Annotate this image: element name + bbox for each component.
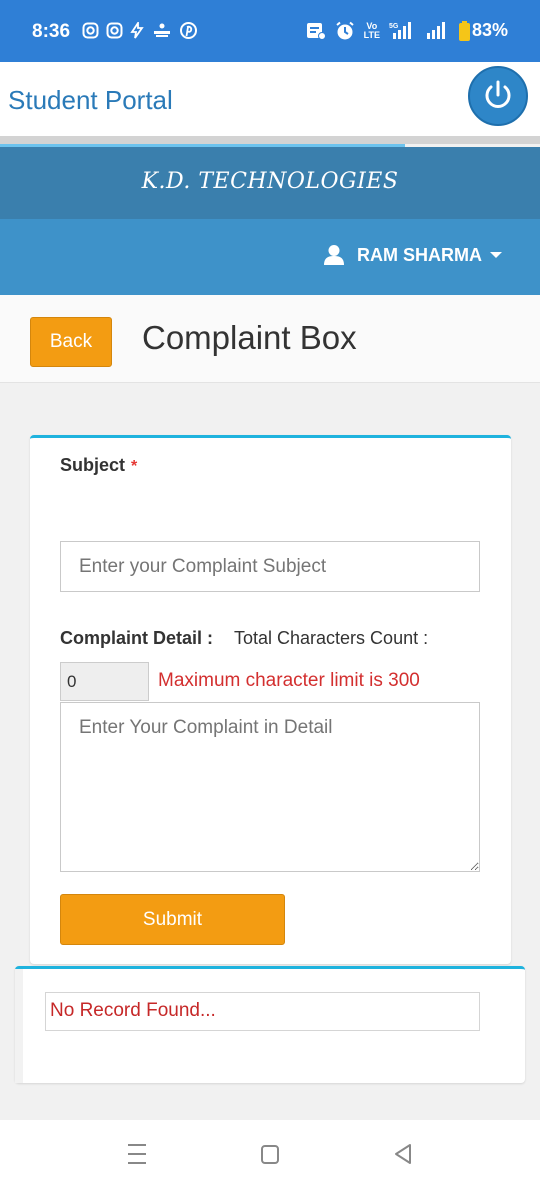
- system-nav-bar: [0, 1120, 540, 1188]
- complaint-detail-textarea[interactable]: [60, 702, 480, 872]
- status-time: 8:36: [32, 21, 71, 42]
- alarm-icon: [335, 21, 354, 39]
- header-divider: [0, 136, 540, 144]
- page-title: Complaint Box: [142, 319, 357, 356]
- submit-button[interactable]: Submit: [60, 894, 285, 945]
- logout-button[interactable]: [468, 66, 528, 126]
- chevron-down-icon: [490, 252, 502, 258]
- app-notification-icon: [154, 23, 170, 37]
- battery-icon: [458, 20, 470, 41]
- user-bar: RAM SHARMA: [0, 219, 540, 295]
- char-limit-message: Maximum character limit is 300: [158, 670, 420, 691]
- subject-label-text: Subject: [60, 455, 126, 475]
- back-button[interactable]: Back: [30, 317, 112, 367]
- message-icon: [306, 22, 326, 40]
- power-icon: [485, 80, 511, 108]
- char-count-label: Total Characters Count :: [234, 628, 429, 648]
- card-side-strip: [15, 969, 23, 1083]
- complaint-detail-label: Complaint Detail :: [60, 628, 214, 648]
- instagram-icon: [106, 22, 123, 39]
- volte-indicator: Vo LTE: [363, 21, 380, 40]
- signal-5g-icon: 5G: [389, 21, 411, 39]
- brand-bar: K.D. TECHNOLOGIES: [0, 147, 540, 219]
- status-bar: 8:36 Vo LTE 5G 83%: [0, 0, 540, 62]
- bolt-icon: [130, 22, 144, 39]
- user-name: RAM SHARMA: [357, 244, 482, 265]
- user-icon: [324, 245, 344, 265]
- battery-indicator: 83%: [458, 20, 508, 41]
- brand-name: K.D. TECHNOLOGIES: [141, 169, 399, 194]
- no-record-message: No Record Found...: [45, 992, 480, 1031]
- system-icons: Vo LTE 5G 83%: [306, 20, 508, 41]
- required-mark: *: [131, 458, 138, 475]
- page-title-bar: Back Complaint Box: [0, 295, 540, 383]
- signal-icon: [426, 21, 445, 39]
- user-menu-dropdown[interactable]: RAM SHARMA: [323, 244, 502, 266]
- notification-icons: [82, 22, 197, 39]
- app-title: Student Portal: [8, 85, 173, 115]
- battery-percent: 83%: [471, 20, 508, 40]
- subject-label: Subject *: [60, 455, 137, 476]
- volte-bottom: LTE: [363, 29, 380, 40]
- back-triangle-icon[interactable]: [392, 1142, 414, 1166]
- complaint-form-card: Subject * Complaint Detail : Total Charac…: [30, 435, 511, 964]
- pinterest-icon: [180, 22, 197, 39]
- svg-text:5G: 5G: [389, 23, 399, 30]
- app-header: Student Portal: [0, 62, 540, 136]
- char-count-value: 0: [60, 662, 149, 701]
- complaint-records-card: No Record Found...: [15, 966, 525, 1083]
- recents-icon[interactable]: [126, 1142, 148, 1166]
- home-icon[interactable]: [260, 1142, 280, 1166]
- subject-input[interactable]: [60, 541, 480, 592]
- instagram-icon: [82, 22, 99, 39]
